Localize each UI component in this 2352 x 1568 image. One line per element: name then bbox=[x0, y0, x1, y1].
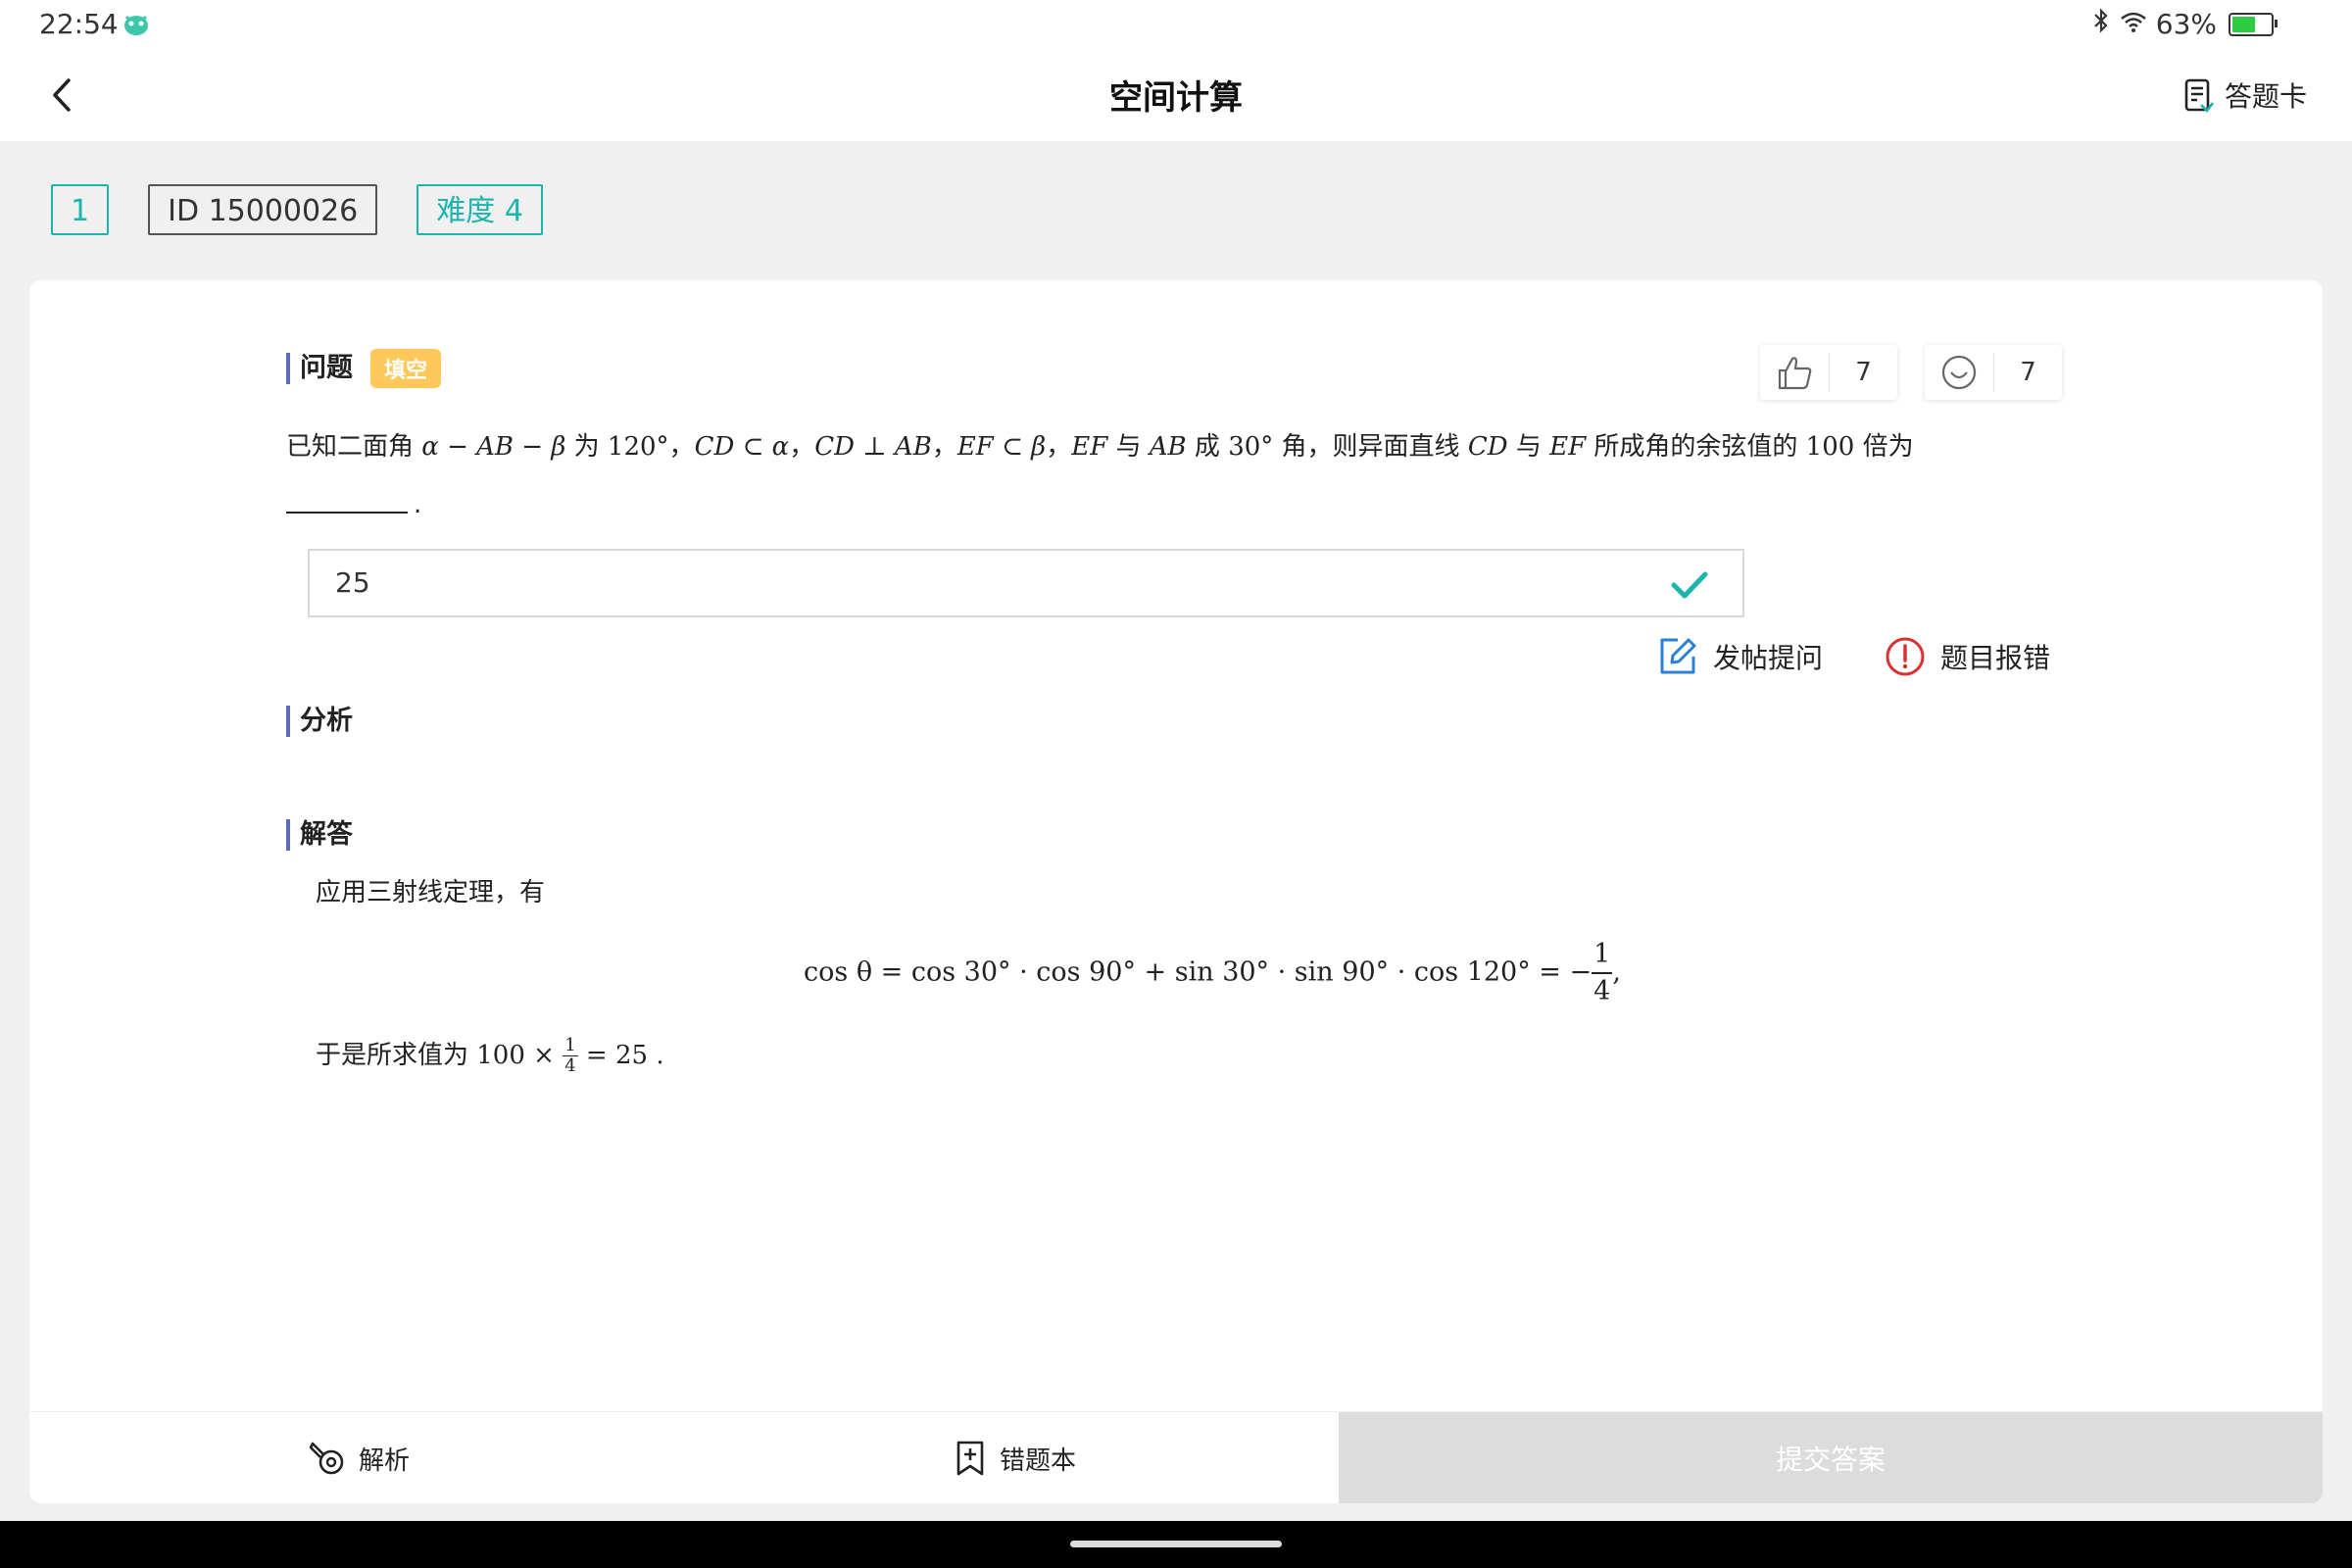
question-text-part: 倍为 bbox=[1854, 432, 1914, 462]
post-question-label: 发帖提问 bbox=[1713, 642, 1824, 674]
formula-denominator: 4 bbox=[1593, 976, 1611, 1006]
question-math: α − AB − β bbox=[421, 432, 566, 462]
question-text-part: 已知二面角 bbox=[286, 432, 422, 462]
post-question-button[interactable]: 发帖提问 bbox=[1656, 635, 1823, 678]
report-error-button[interactable]: 题目报错 bbox=[1884, 635, 2050, 678]
answer-card-button[interactable]: 答题卡 bbox=[2183, 75, 2307, 115]
answer-blank-period: . bbox=[414, 490, 422, 519]
question-math: EF ⊂ β bbox=[956, 432, 1047, 462]
like-count: 7 bbox=[1855, 358, 1872, 387]
question-text-part: 与 bbox=[1107, 432, 1150, 462]
conclusion-numerator: 1 bbox=[563, 1035, 578, 1056]
formula-numerator: 1 bbox=[1592, 937, 1613, 974]
question-text-part: ， bbox=[931, 432, 957, 462]
formula-tail: , bbox=[1612, 956, 1621, 988]
solution-conclusion: 于是所求值为 100 × 14 = 25 . bbox=[316, 1035, 664, 1076]
smile-counter[interactable]: 7 bbox=[1925, 345, 2062, 400]
answer-card-label: 答题卡 bbox=[2224, 80, 2307, 113]
analysis-button[interactable]: 解析 bbox=[308, 1412, 410, 1503]
solution-formula: cos θ = cos 30° · cos 90° + sin 30° · si… bbox=[804, 937, 1621, 1009]
question-text-part: ， bbox=[789, 432, 815, 462]
question-index-tag: 1 bbox=[51, 184, 110, 235]
conclusion-fraction: 14 bbox=[563, 1035, 578, 1076]
question-math: 30° bbox=[1228, 432, 1274, 462]
question-id-tag: ID 15000026 bbox=[148, 184, 378, 235]
smile-count: 7 bbox=[2020, 358, 2036, 387]
battery-percent: 63% bbox=[2155, 8, 2217, 40]
submit-answer-button[interactable]: 提交答案 bbox=[1339, 1412, 2323, 1503]
warning-icon bbox=[1886, 637, 1925, 676]
page-title: 空间计算 bbox=[1109, 78, 1243, 118]
question-text-part: 所成角的余弦值的 bbox=[1586, 432, 1806, 462]
question-math: CD bbox=[1467, 432, 1508, 462]
bookmark-add-icon bbox=[956, 1441, 984, 1476]
question-text: 已知二面角 α − AB − β 为 120°，CD ⊂ α，CD ⊥ AB，E… bbox=[286, 427, 2050, 466]
question-math: EF bbox=[1071, 432, 1108, 462]
mistakes-book-button[interactable]: 错题本 bbox=[953, 1412, 1076, 1503]
conclusion-denominator: 4 bbox=[564, 1055, 576, 1076]
battery-icon bbox=[2229, 12, 2278, 36]
check-icon bbox=[1670, 568, 1709, 606]
conclusion-mult: 100 × bbox=[476, 1041, 564, 1070]
bluetooth-icon bbox=[2091, 8, 2111, 40]
conclusion-tail: = 25 . bbox=[577, 1041, 664, 1070]
solution-intro: 应用三射线定理，有 bbox=[316, 878, 546, 907]
question-math: 120° bbox=[607, 432, 669, 462]
answer-blank-line bbox=[286, 512, 408, 514]
question-tags: 1 ID 15000026 难度 4 bbox=[51, 184, 543, 235]
question-text-part: ， bbox=[668, 432, 695, 462]
question-section-title: 问题 bbox=[286, 353, 353, 384]
formula-fraction: 14 bbox=[1592, 937, 1613, 1009]
status-time: 22:54 bbox=[39, 8, 119, 40]
question-math: CD ⊂ α bbox=[694, 432, 790, 462]
status-right: 63% bbox=[2091, 8, 2278, 40]
difficulty-tag: 难度 4 bbox=[416, 184, 543, 235]
question-math: 100 bbox=[1805, 432, 1855, 462]
question-text-part: 与 bbox=[1507, 432, 1550, 462]
question-math: AB bbox=[1149, 432, 1187, 462]
question-card: 问题 填空 7 7 已知二面角 α − AB − β 为 120°，CD ⊂ α… bbox=[29, 280, 2323, 1503]
app-mascot-icon bbox=[122, 10, 151, 41]
analysis-label: 解析 bbox=[359, 1446, 411, 1476]
thumbs-up-icon bbox=[1760, 353, 1830, 392]
question-text-part: ， bbox=[1046, 432, 1072, 462]
formula-main: cos θ = cos 30° · cos 90° + sin 30° · si… bbox=[804, 956, 1592, 988]
question-math: EF bbox=[1549, 432, 1587, 462]
battery-fill bbox=[2232, 16, 2255, 32]
status-bar: 22:54 63% bbox=[0, 0, 2352, 49]
system-navigation-bar bbox=[0, 1521, 2352, 1568]
analysis-section-title: 分析 bbox=[286, 706, 353, 737]
like-counter[interactable]: 7 bbox=[1760, 345, 1897, 400]
smile-icon bbox=[1925, 353, 1994, 392]
wifi-icon bbox=[2119, 8, 2148, 40]
question-text-part: 为 bbox=[565, 432, 608, 462]
solution-section-title: 解答 bbox=[286, 819, 353, 851]
whistle-icon bbox=[309, 1442, 344, 1475]
edit-icon bbox=[1660, 638, 1696, 674]
bottom-action-bar: 解析 错题本 提交答案 bbox=[29, 1411, 2323, 1503]
home-indicator[interactable] bbox=[1070, 1541, 1282, 1547]
question-math: CD ⊥ AB bbox=[814, 432, 932, 462]
question-text-part: 角，则异面直线 bbox=[1273, 432, 1468, 462]
answer-input[interactable]: 25 bbox=[308, 549, 1744, 617]
question-type-badge: 填空 bbox=[370, 349, 442, 388]
mistakes-book-label: 错题本 bbox=[1000, 1446, 1077, 1476]
conclusion-prefix: 于是所求值为 bbox=[316, 1041, 477, 1070]
answer-value: 25 bbox=[335, 566, 370, 599]
question-text-part: 成 bbox=[1186, 432, 1229, 462]
header-bar: 空间计算 答题卡 bbox=[0, 49, 2352, 141]
report-error-label: 题目报错 bbox=[1940, 642, 2051, 674]
answer-sheet-icon bbox=[2184, 78, 2215, 113]
